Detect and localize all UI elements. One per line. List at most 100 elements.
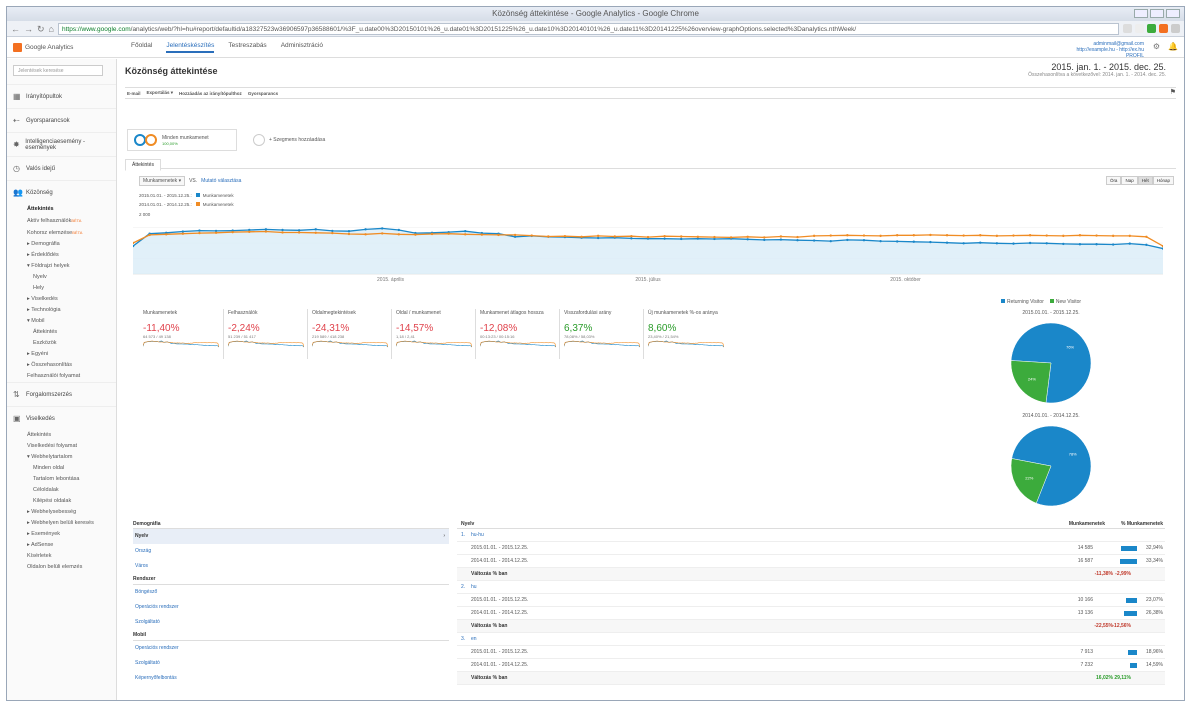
dimension-group-title: Mobil [133,630,449,641]
back-icon[interactable]: ← [11,22,20,36]
date-range-picker[interactable]: 2015. jan. 1. - 2015. dec. 25. Összehaso… [1028,63,1166,79]
dimension-link[interactable]: Szolgáltató [133,656,449,671]
dimension-link[interactable]: Ország [133,544,449,559]
dimension-link[interactable]: Operációs rendszer [133,600,449,615]
sidebar-item[interactable]: Áttekintés [7,204,116,215]
home-icon[interactable]: ⌂ [49,22,54,36]
sidebar-item[interactable]: ▸ AdSense [7,540,116,551]
sidebar-item[interactable]: Eszközök [7,338,116,349]
sidebar-item[interactable]: Kohorsz elemzéseBÉTA [7,227,116,239]
forward-icon[interactable]: → [24,22,33,36]
sidebar-item[interactable]: Felhasználói folyamat [7,371,116,382]
sidebar-item[interactable]: Áttekintés [7,430,116,441]
sidebar-item[interactable]: Áttekintés [7,327,116,338]
pie-chart-previous[interactable]: 78% 22% [1009,424,1093,508]
export-button[interactable]: Exportálás ▾ [147,90,174,96]
metric-1[interactable]: Felhasználók -2,24% 51 239 / 51 417 [223,309,307,359]
sidebar-item[interactable]: Kísérletek [7,551,116,562]
sidebar-item[interactable]: Hely [7,283,116,294]
metric-2[interactable]: Oldalmegtekintések -24,31% 219 589 / 418 2… [307,309,391,359]
segment-all-sessions[interactable]: Minden munkamenet 100,00% [127,129,237,151]
sidebar-item[interactable]: ▾ Webhelytartalom [7,452,116,463]
gear-icon[interactable]: ⚙ [1153,42,1160,51]
sidebar-item[interactable]: Nyelv [7,272,116,283]
table-group-row[interactable]: 3. en [457,633,1165,646]
flag-icon[interactable]: ⚑ [1170,88,1176,96]
extension-icon[interactable] [1159,24,1168,33]
dimension-link[interactable]: Nyelv [133,529,449,544]
sidebar-item[interactable]: ▸ Webhelyen belüli keresés [7,518,116,529]
sidebar-section2-1[interactable]: ▣ Viselkedés [7,406,116,430]
sidebar-item[interactable]: ▸ Érdeklődés [7,250,116,261]
sidebar-section-0[interactable]: ▦ Irányítópultok [7,84,116,108]
table-group-row[interactable]: 1. hu-hu [457,529,1165,542]
dimension-link[interactable]: Szolgáltató [133,615,449,630]
shortcut-button[interactable]: Gyorsparancs [248,91,278,96]
dimension-link[interactable]: Város [133,559,449,574]
sidebar-item[interactable]: Oldalon belüli elemzés [7,562,116,573]
sidebar-item[interactable]: ▸ Technológia [7,305,116,316]
sidebar-item[interactable]: ▸ Egyéni [7,349,116,360]
zoom-icon[interactable] [1123,24,1132,33]
extension-icon[interactable] [1147,24,1156,33]
sidebar-item[interactable]: Minden oldal [7,463,116,474]
dimension-link[interactable]: Képernyőfelbontás [133,671,449,686]
col-language-header[interactable]: Nyelv [461,520,474,529]
sidebar-item[interactable]: ▾ Mobil [7,316,116,327]
sidebar-item[interactable]: Viselkedési folyamat [7,441,116,452]
gran-week[interactable]: Hét [1137,176,1153,185]
menu-icon[interactable] [1171,24,1180,33]
sidebar-item[interactable]: Kilépési oldalak [7,496,116,507]
add-segment-button[interactable]: + Szegmens hozzáadása [247,129,357,151]
table-group-row[interactable]: 2. hu [457,581,1165,594]
metric-6[interactable]: Új munkamenetek %-os aránya 8,60% 23,40% /… [643,309,727,359]
data-point [1095,243,1098,246]
reload-icon[interactable]: ↻ [37,22,45,36]
metric-3[interactable]: Oldal / munkamenet -14,57% 1,18 / 2,41 [391,309,475,359]
ga-logo[interactable]: Google Analytics [7,42,117,52]
account-switcher[interactable]: adminmail@gmail.com http://example.hu - … [1076,41,1144,59]
add-to-dashboard-button[interactable]: Hozzáadás az irányítópulthoz [179,91,242,96]
minimize-button[interactable] [1134,9,1148,18]
dimension-link[interactable]: Operációs rendszer [133,641,449,656]
tab-reporting[interactable]: Jelentéskészítés [166,42,215,53]
email-button[interactable]: E-mail [127,91,141,96]
maximize-button[interactable] [1150,9,1164,18]
metric-dropdown[interactable]: Munkamenetek ▾ [139,176,186,186]
notifications-icon[interactable]: 🔔 [1168,42,1178,51]
report-search-input[interactable]: Jelentések keresése [13,65,103,76]
tab-overview[interactable]: Áttekintés [125,159,161,171]
sidebar-section-2[interactable]: ✸ Intelligenciaesemény - események [7,132,116,156]
gran-day[interactable]: Nap [1121,176,1138,185]
gran-month[interactable]: Hónap [1152,176,1174,185]
col-sessions-header[interactable]: Munkamenetek [1069,520,1105,529]
tab-admin[interactable]: Adminisztráció [281,42,323,53]
col-pct-sessions-header[interactable]: % Munkamenetek [1121,520,1163,529]
sidebar-section-4[interactable]: 👥 Közönség [7,180,116,204]
sidebar-item[interactable]: Céloldalak [7,485,116,496]
url-input[interactable]: https://www.google.com/analytics/web/?hl… [57,22,1119,35]
sidebar-item[interactable]: ▸ Demográfia [7,239,116,250]
sidebar-item[interactable]: Aktív felhasználókBÉTA [7,215,116,227]
sidebar-section-3[interactable]: ◷ Valós idejű [7,156,116,180]
close-button[interactable] [1166,9,1180,18]
sidebar-item[interactable]: ▸ Események [7,529,116,540]
select-metric-link[interactable]: Mutató választása [201,178,241,184]
pie-chart-current[interactable]: 76% 24% [1009,321,1093,405]
sidebar-item[interactable]: ▾ Földrajzi helyek [7,261,116,272]
sidebar-item[interactable]: ▸ Webhelysebesség [7,507,116,518]
tab-home[interactable]: Főoldal [131,42,152,53]
sessions-line-chart[interactable]: 2015. április 2015. július 2015. október [133,212,1163,284]
gran-hour[interactable]: Óra [1105,176,1122,185]
star-icon[interactable] [1135,24,1144,33]
metric-4[interactable]: Munkamenet átlagos hossza -12,08% 00:13:23… [475,309,559,359]
sidebar-item[interactable]: Tartalom lebontása [7,474,116,485]
sidebar-item[interactable]: ▸ Összehasonlítás [7,360,116,371]
dimension-link[interactable]: Böngésző [133,585,449,600]
sidebar-item[interactable]: ▸ Viselkedés [7,294,116,305]
sidebar-section-1[interactable]: ⇠ Gyorsparancsok [7,108,116,132]
metric-0[interactable]: Munkamenetek -11,40% 64 573 / 49 138 [139,309,223,359]
sidebar-section2-0[interactable]: ⇅ Forgalomszerzés [7,382,116,406]
metric-5[interactable]: Visszafordulási arány 6,37% 78,08% / 58,03… [559,309,643,359]
tab-customization[interactable]: Testreszabás [228,42,266,53]
